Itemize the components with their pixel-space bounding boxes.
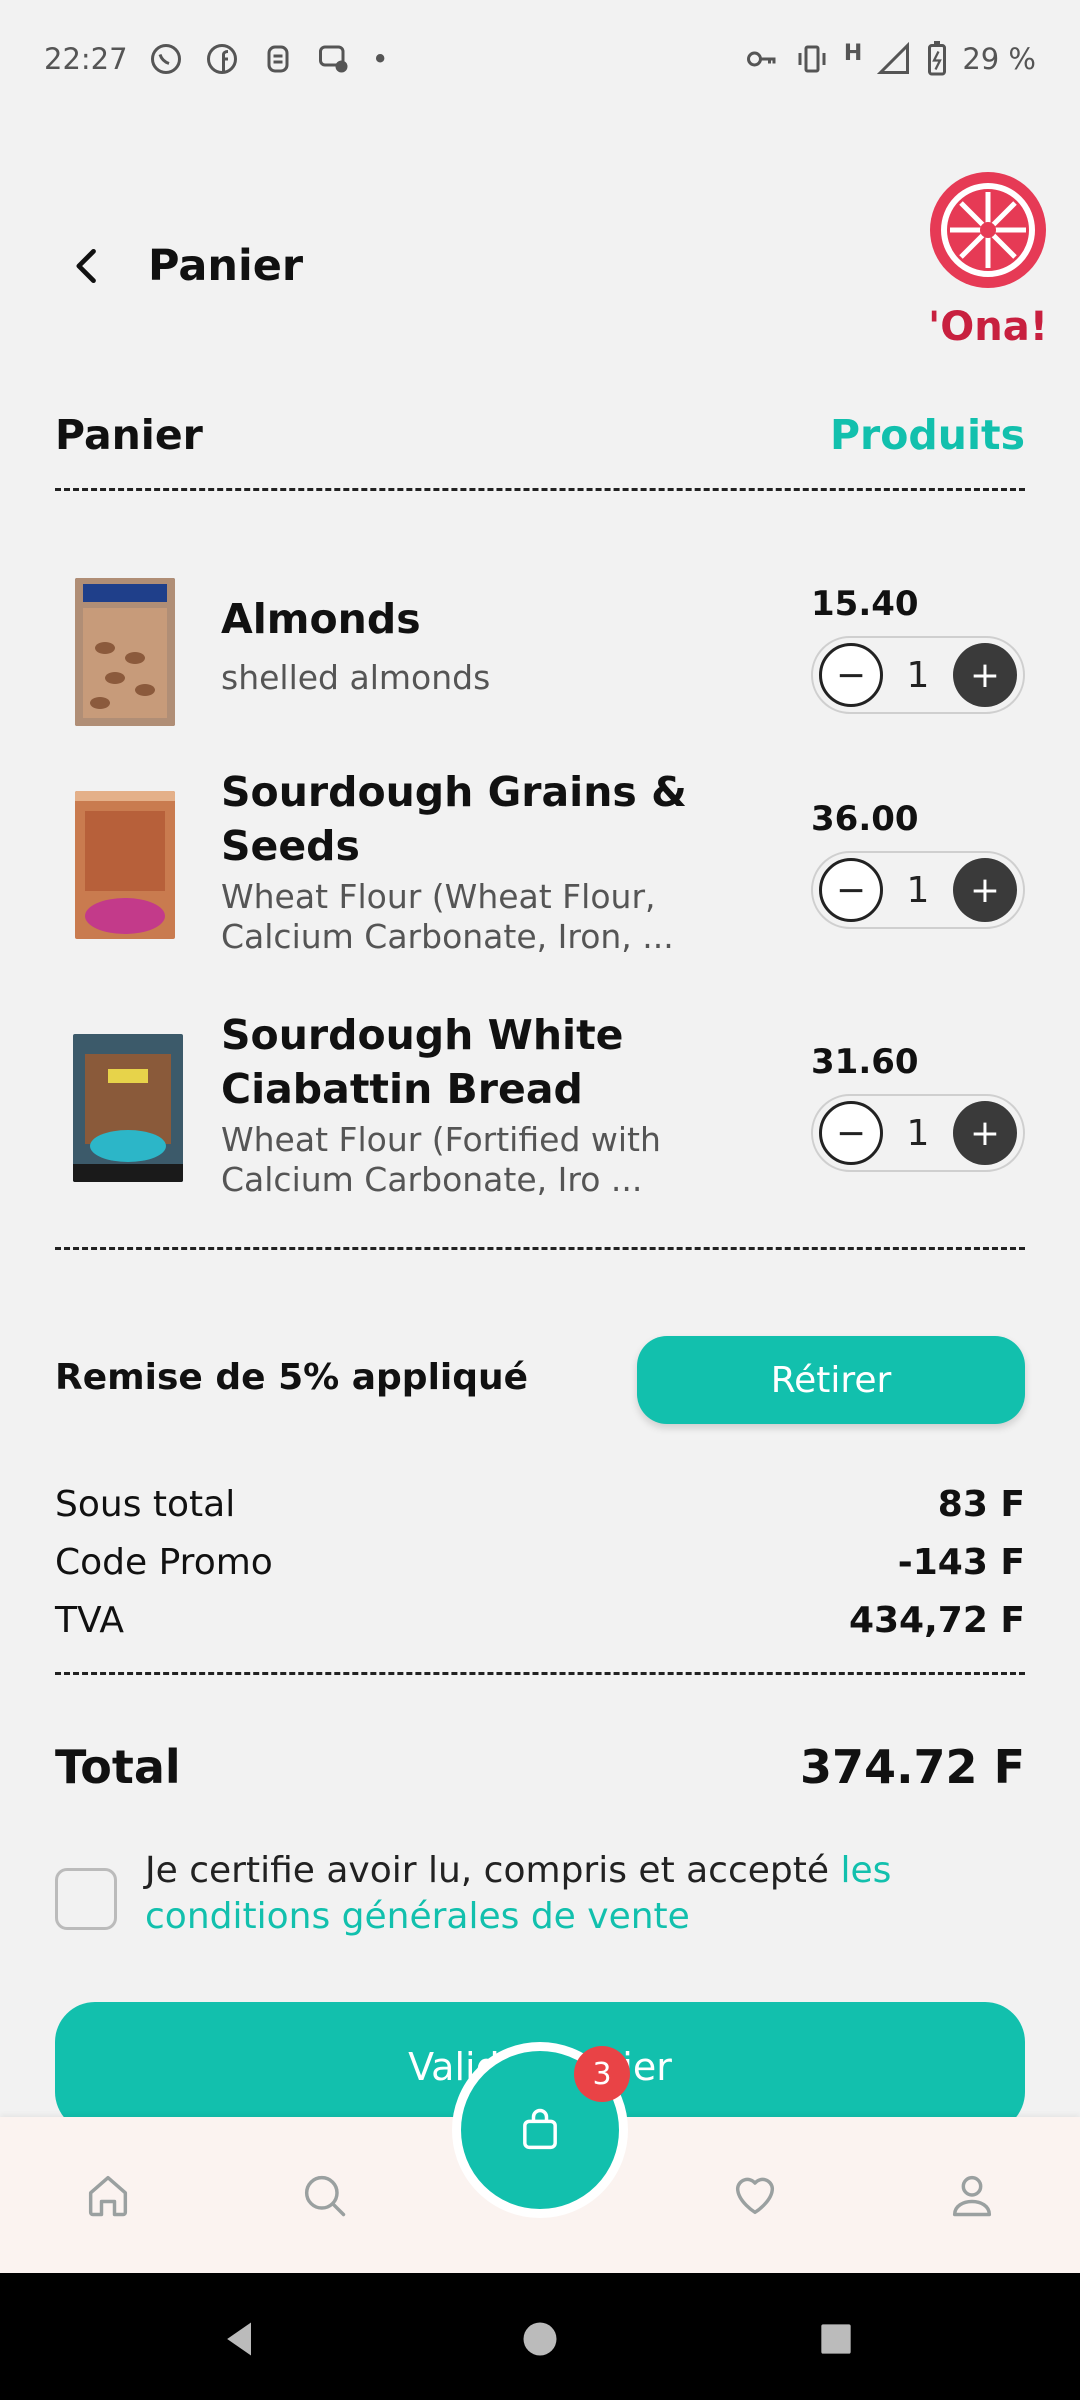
subtotal-row: Sous total 83 F bbox=[55, 1484, 1025, 1525]
product-image bbox=[75, 791, 175, 939]
cart-item[interactable]: Almonds shelled almonds 15.40 − 1 + bbox=[55, 570, 1025, 750]
divider bbox=[55, 1672, 1025, 1675]
total-label: Total bbox=[55, 1740, 181, 1794]
heart-icon bbox=[735, 2177, 775, 2215]
vibrate-icon bbox=[794, 41, 830, 77]
system-navigation-bar bbox=[0, 2273, 1080, 2400]
status-time: 22:27 bbox=[44, 42, 128, 76]
back-arrow-icon bbox=[76, 248, 96, 284]
increase-quantity-button[interactable]: + bbox=[953, 858, 1017, 922]
shopping-bag-icon bbox=[523, 2108, 557, 2150]
tva-row: TVA 434,72 F bbox=[55, 1600, 1025, 1641]
notification-icon bbox=[260, 41, 296, 77]
product-price: 15.40 bbox=[811, 584, 919, 624]
cart-count-badge: 3 bbox=[574, 2046, 630, 2102]
status-bar: 22:27 • H 29 % bbox=[0, 0, 1080, 118]
system-recents-button[interactable] bbox=[814, 2317, 858, 2361]
quantity-value: 1 bbox=[906, 869, 930, 911]
increase-quantity-button[interactable]: + bbox=[953, 643, 1017, 707]
quantity-value: 1 bbox=[906, 654, 930, 696]
product-image bbox=[73, 1034, 183, 1182]
back-triangle-icon bbox=[227, 2322, 251, 2356]
product-description: Wheat Flour (Wheat Flour, Calcium Carbon… bbox=[221, 877, 674, 956]
decrease-quantity-button[interactable]: − bbox=[819, 643, 883, 707]
status-dot: • bbox=[371, 42, 389, 76]
decrease-quantity-button[interactable]: − bbox=[819, 1101, 883, 1165]
whatsapp-icon bbox=[148, 41, 184, 77]
home-icon bbox=[88, 2175, 128, 2217]
increase-quantity-button[interactable]: + bbox=[953, 1101, 1017, 1165]
total-value: 374.72 F bbox=[800, 1740, 1025, 1794]
product-price: 31.60 bbox=[811, 1042, 919, 1082]
decrease-quantity-button[interactable]: − bbox=[819, 858, 883, 922]
discount-label: Remise de 5% appliqué bbox=[55, 1357, 529, 1398]
signal-icon bbox=[876, 41, 912, 77]
search-icon bbox=[304, 2175, 346, 2217]
back-button[interactable] bbox=[60, 238, 116, 294]
divider bbox=[55, 488, 1025, 491]
remove-discount-button[interactable]: Rétirer bbox=[637, 1336, 1025, 1424]
section-title: Panier bbox=[55, 411, 203, 459]
brand-logo: 'Ona! bbox=[918, 170, 1058, 352]
promo-label: Code Promo bbox=[55, 1542, 273, 1583]
battery-icon bbox=[926, 41, 948, 77]
cart-item[interactable]: Sourdough Grains & Seeds Wheat Flour (Wh… bbox=[55, 765, 1025, 965]
quantity-stepper: − 1 + bbox=[811, 851, 1025, 929]
nav-home[interactable] bbox=[78, 2165, 138, 2225]
divider bbox=[55, 1247, 1025, 1250]
battery-level: 29 % bbox=[962, 42, 1036, 76]
logo-text: 'Ona! bbox=[928, 304, 1048, 350]
products-link[interactable]: Produits bbox=[830, 411, 1025, 459]
network-type: H bbox=[843, 40, 863, 66]
subtotal-value: 83 F bbox=[937, 1484, 1025, 1525]
facebook-icon bbox=[204, 41, 240, 77]
app-header: Panier 'Ona! bbox=[0, 150, 1080, 380]
product-description: Wheat Flour (Fortified with Calcium Carb… bbox=[221, 1120, 661, 1199]
quantity-stepper: − 1 + bbox=[811, 636, 1025, 714]
product-image bbox=[75, 578, 175, 726]
promo-row: Code Promo -143 F bbox=[55, 1542, 1025, 1583]
total-row: Total 374.72 F bbox=[55, 1740, 1025, 1794]
user-icon bbox=[952, 2175, 992, 2217]
quantity-value: 1 bbox=[906, 1112, 930, 1154]
tva-value: 434,72 F bbox=[848, 1600, 1025, 1641]
quantity-stepper: − 1 + bbox=[811, 1094, 1025, 1172]
product-name: Sourdough Grains & Seeds bbox=[221, 768, 687, 870]
subtotal-label: Sous total bbox=[55, 1484, 236, 1525]
product-name: Almonds bbox=[221, 595, 421, 643]
terms-text: Je certifie avoir lu, compris et accepté… bbox=[145, 1848, 1005, 1940]
terms-checkbox[interactable] bbox=[55, 1868, 117, 1930]
product-price: 36.00 bbox=[811, 799, 919, 839]
system-back-button[interactable] bbox=[218, 2317, 262, 2361]
messenger-icon bbox=[316, 41, 352, 77]
product-name: Sourdough White Ciabattin Bread bbox=[221, 1011, 624, 1113]
home-circle-icon bbox=[523, 2322, 557, 2356]
terms-statement: Je certifie avoir lu, compris et accepté bbox=[145, 1850, 841, 1891]
cart-section-header: Panier Produits bbox=[55, 405, 1025, 465]
cart-item[interactable]: Sourdough White Ciabattin Bread Wheat Fl… bbox=[55, 1008, 1025, 1208]
nav-profile[interactable] bbox=[942, 2165, 1002, 2225]
tva-label: TVA bbox=[55, 1600, 124, 1641]
nav-search[interactable] bbox=[294, 2165, 354, 2225]
nav-favorites[interactable] bbox=[725, 2165, 785, 2225]
promo-value: -143 F bbox=[897, 1542, 1025, 1583]
page-title: Panier bbox=[148, 241, 304, 291]
recents-square-icon bbox=[821, 2324, 851, 2354]
product-description: shelled almonds bbox=[221, 658, 491, 697]
system-home-button[interactable] bbox=[518, 2317, 562, 2361]
key-icon bbox=[744, 41, 780, 77]
